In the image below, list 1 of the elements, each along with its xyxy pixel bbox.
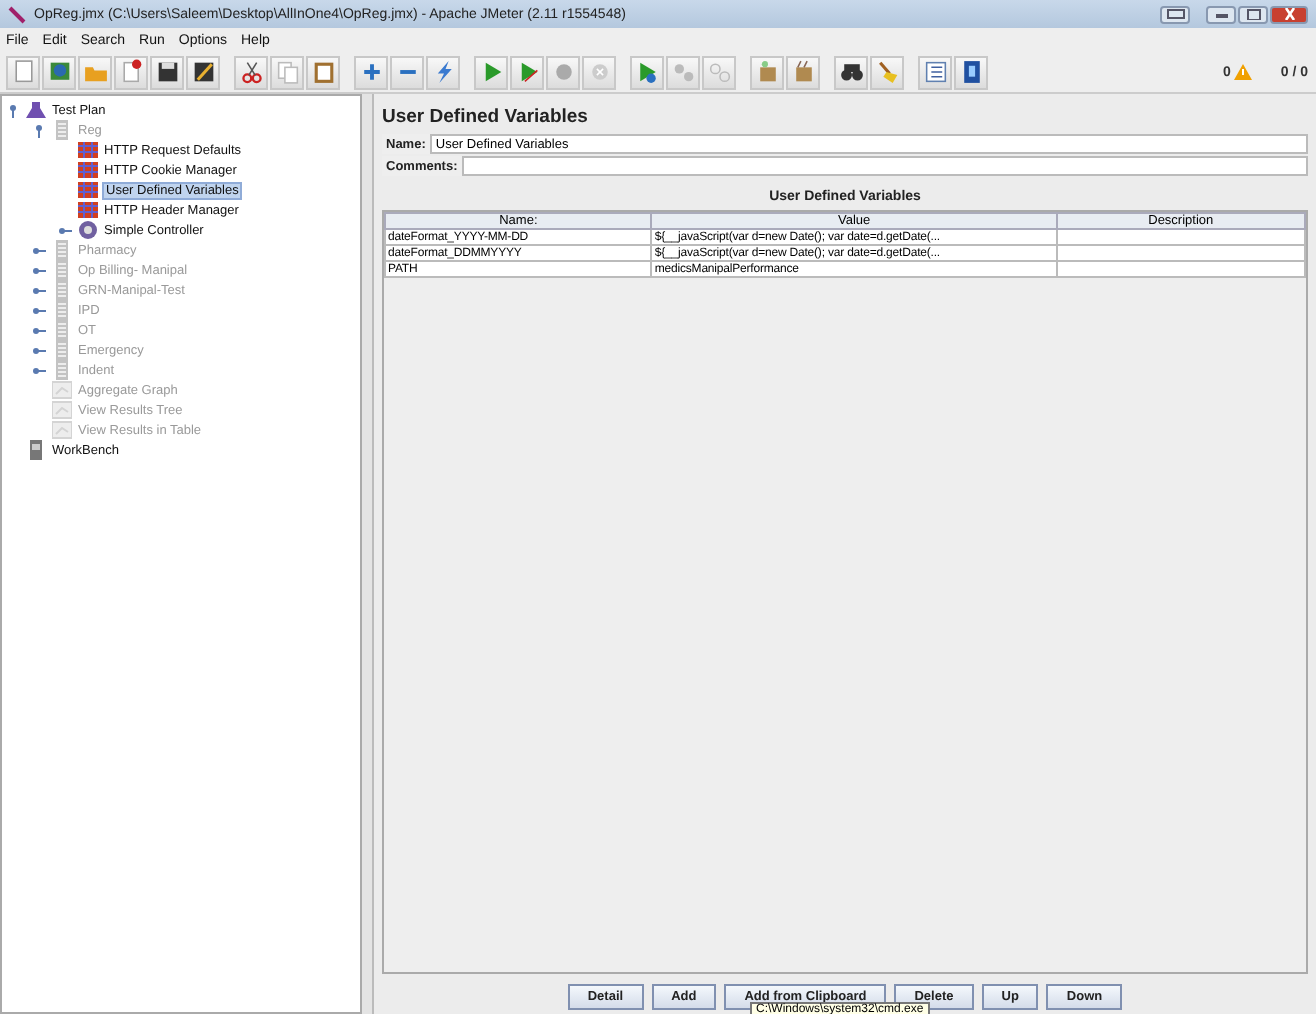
panel-title: User Defined Variables bbox=[382, 106, 590, 128]
